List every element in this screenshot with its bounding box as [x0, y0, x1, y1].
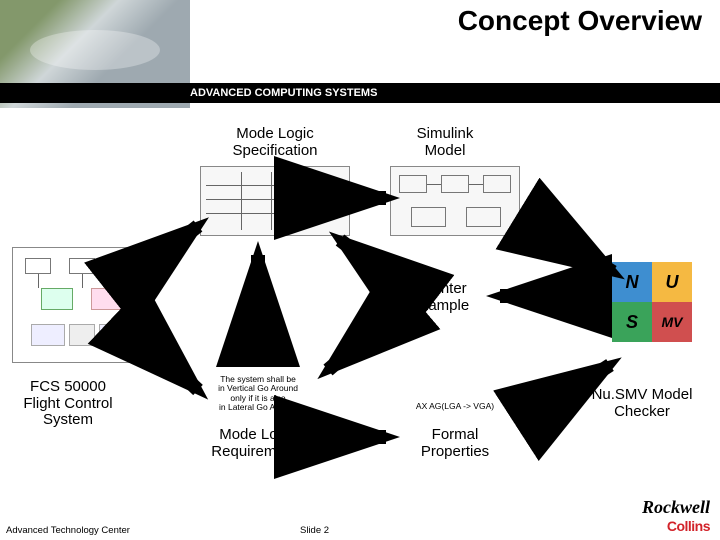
- page-title: Concept Overview: [458, 5, 702, 37]
- label-mode-logic-spec: Mode Logic Specification: [215, 126, 335, 159]
- arrow-nusmv-to-counter: [490, 283, 610, 313]
- footer-logo: Rockwell Collins: [642, 497, 710, 534]
- logo-top: Rockwell: [642, 497, 710, 518]
- footer-slide: Slide 2: [300, 525, 329, 536]
- arrow-simulink-to-nusmv: [515, 210, 625, 290]
- fcs-diagram: [12, 247, 152, 363]
- banner: ADVANCED COMPUTING SYSTEMS: [0, 83, 720, 103]
- arrow-spec-to-simulink: [350, 186, 394, 216]
- formal-property-expr: AX AG(LGA -> VGA): [395, 402, 515, 411]
- label-formal-props: Formal Properties: [395, 427, 515, 460]
- spec-diagram: [200, 166, 350, 236]
- label-simulink-model: Simulink Model: [395, 126, 495, 159]
- logo-bot: Collins: [642, 518, 710, 534]
- arrow-req-to-formal: [320, 425, 396, 455]
- arrow-formal-to-nusmv: [512, 355, 622, 435]
- simulink-diagram: [390, 166, 520, 236]
- label-fcs: FCS 50000 Flight Control System: [8, 379, 128, 429]
- requirement-text: The system shall be in Vertical Go Aroun…: [198, 375, 318, 412]
- arrow-counter-to-req: [318, 312, 398, 380]
- arrow-counter-to-spec: [330, 232, 400, 287]
- arrow-fcs-to-spec: [140, 218, 210, 278]
- label-mode-logic-req: Mode Logic Requirements: [198, 427, 318, 460]
- footer-left: Advanced Technology Center: [6, 525, 130, 536]
- label-counter-example: Counter Example: [390, 281, 490, 314]
- arrow-fcs-to-req: [140, 335, 210, 405]
- arrow-req-to-spec: [243, 245, 283, 373]
